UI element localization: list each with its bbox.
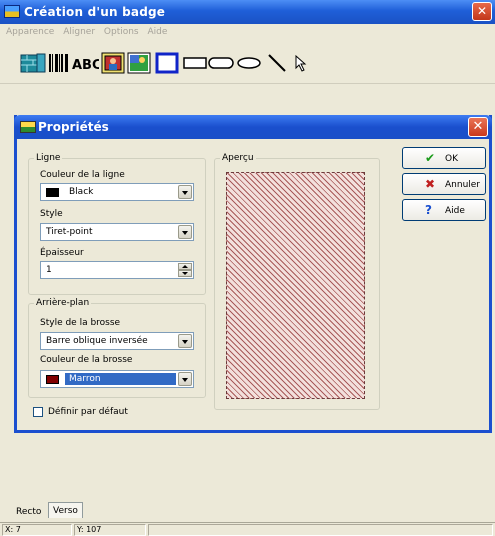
ligne-style-label: Style <box>40 209 63 219</box>
abc-glyph: ABC <box>72 58 99 73</box>
menu-bar: Apparence Aligner Options Aide <box>0 24 495 40</box>
ligne-couleur-select[interactable]: Black <box>40 183 194 201</box>
main-titlebar: Création d'un badge ✕ <box>0 0 495 24</box>
epaisseur-value: 1 <box>46 265 52 275</box>
brosse-couleur-label: Couleur de la brosse <box>40 355 133 365</box>
pointer-icon[interactable] <box>292 52 310 74</box>
rectangle-icon[interactable] <box>155 52 179 74</box>
tab-recto[interactable]: Recto <box>12 504 46 520</box>
checkmark-icon: ✔ <box>425 151 436 165</box>
tab-verso[interactable]: Verso <box>48 502 83 518</box>
ligne-couleur-swatch <box>46 188 59 197</box>
ok-button[interactable]: ✔ OK <box>402 147 486 169</box>
window-title: Création d'un badge <box>24 5 166 19</box>
status-y: Y: 107 <box>74 524 146 536</box>
rounded-rectangle-icon[interactable] <box>183 52 207 74</box>
menu-aligner[interactable]: Aligner <box>63 27 95 37</box>
oval-rounded-icon[interactable] <box>208 52 234 74</box>
cancel-button[interactable]: ✖ Annuler <box>402 173 486 195</box>
ok-label: OK <box>445 154 458 164</box>
brosse-style-label: Style de la brosse <box>40 318 121 328</box>
help-label: Aide <box>445 206 465 216</box>
dialog-close-button[interactable]: ✕ <box>468 117 488 137</box>
wall-icon[interactable] <box>20 52 46 74</box>
page-tabs: Recto Verso <box>0 502 495 520</box>
status-bar: X: 7 Y: 107 <box>0 522 495 536</box>
epaisseur-spinner[interactable]: 1 <box>40 261 194 279</box>
ligne-legend: Ligne <box>36 153 61 163</box>
ligne-style-value: Tiret-point <box>46 227 93 237</box>
brosse-style-select[interactable]: Barre oblique inversée <box>40 332 194 350</box>
app-icon <box>4 5 20 18</box>
dialog-title: Propriétés <box>38 120 109 134</box>
brosse-couleur-swatch <box>46 375 59 384</box>
photo-icon[interactable] <box>127 52 151 74</box>
dialog-icon <box>20 121 36 133</box>
brosse-style-value: Barre oblique inversée <box>46 336 148 346</box>
help-button[interactable]: ? Aide <box>402 199 486 221</box>
apercu-legend: Aperçu <box>222 153 254 163</box>
brosse-couleur-value: Marron <box>69 374 101 384</box>
image-icon[interactable] <box>101 52 125 74</box>
ellipse-icon[interactable] <box>236 52 262 74</box>
dialog-titlebar: Propriétés ✕ <box>14 115 492 139</box>
status-empty <box>148 524 493 536</box>
menu-apparence[interactable]: Apparence <box>6 27 54 37</box>
chevron-down-icon[interactable] <box>178 372 192 386</box>
barcode-icon[interactable] <box>48 52 70 74</box>
default-checkbox-label: Définir par défaut <box>48 407 128 417</box>
help-icon: ? <box>425 203 432 217</box>
menu-options[interactable]: Options <box>104 27 139 37</box>
arriere-plan-legend: Arrière-plan <box>36 298 90 308</box>
text-abc-icon[interactable]: ABC <box>71 52 99 74</box>
preview-canvas <box>226 172 365 399</box>
window-close-button[interactable]: ✕ <box>472 2 492 21</box>
chevron-down-icon[interactable] <box>178 225 192 239</box>
toolbar: ABC <box>0 40 495 84</box>
close-icon: ✖ <box>425 177 436 191</box>
epaisseur-label: Épaisseur <box>40 248 84 258</box>
default-checkbox[interactable] <box>33 407 43 417</box>
ligne-couleur-label: Couleur de la ligne <box>40 170 125 180</box>
chevron-down-icon[interactable] <box>178 334 192 348</box>
chevron-down-icon[interactable] <box>178 185 192 199</box>
brosse-couleur-select[interactable]: Marron <box>40 370 194 388</box>
spin-up-icon[interactable] <box>178 263 192 270</box>
menu-aide[interactable]: Aide <box>148 27 168 37</box>
ligne-couleur-value: Black <box>69 187 94 197</box>
status-x: X: 7 <box>2 524 72 536</box>
line-icon[interactable] <box>266 52 288 74</box>
spin-down-icon[interactable] <box>178 270 192 277</box>
cancel-label: Annuler <box>445 180 481 190</box>
ligne-style-select[interactable]: Tiret-point <box>40 223 194 241</box>
